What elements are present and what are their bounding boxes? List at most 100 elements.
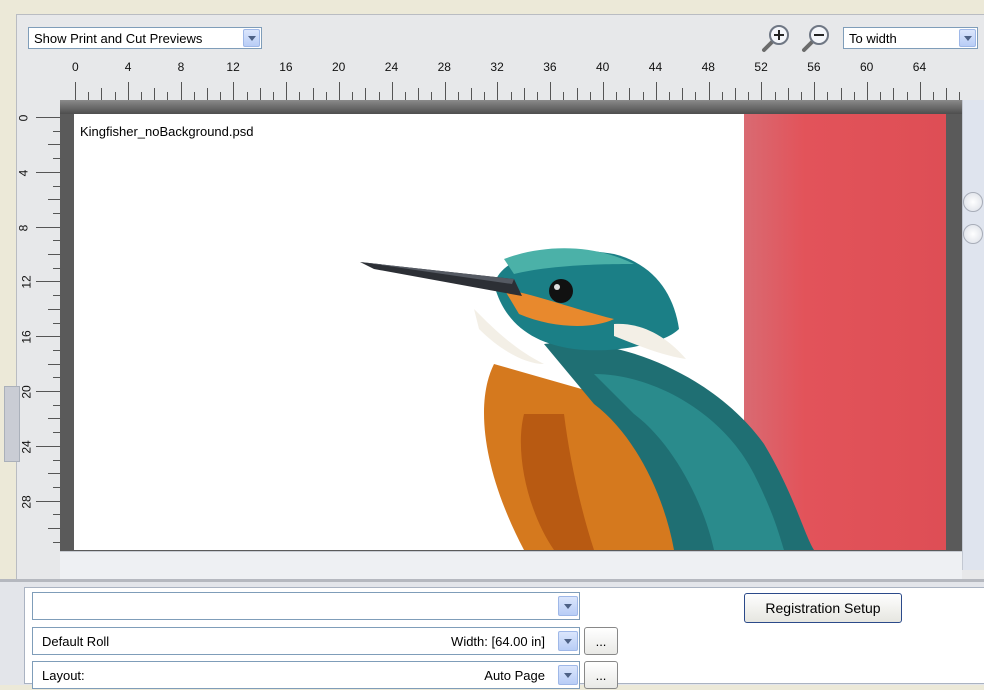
zoom-level-value: To width xyxy=(849,31,897,46)
ruler-label: 0 xyxy=(16,114,31,122)
registration-setup-button[interactable]: Registration Setup xyxy=(744,593,902,623)
scroll-down-icon[interactable] xyxy=(963,224,983,244)
ruler-label: 64 xyxy=(912,60,927,74)
ruler-tick xyxy=(537,92,538,100)
ruler-tick xyxy=(36,391,62,392)
ruler-tick xyxy=(36,336,62,338)
ruler-tick xyxy=(36,171,62,173)
ruler-tick xyxy=(141,92,142,100)
ruler-tick xyxy=(259,88,261,100)
ruler-tick xyxy=(273,92,274,100)
ruler-tick xyxy=(352,92,354,100)
ruler-label: 24 xyxy=(384,60,399,74)
ruler-label: 8 xyxy=(16,224,31,231)
ruler-tick xyxy=(946,88,948,100)
kingfisher-image xyxy=(360,248,814,550)
ruler-tick xyxy=(431,92,433,100)
ruler-tick xyxy=(444,82,446,100)
ruler-tick xyxy=(563,92,565,100)
ruler-tick xyxy=(695,92,697,100)
ruler-tick xyxy=(484,92,486,100)
ruler-tick xyxy=(603,82,604,100)
ruler-tick xyxy=(906,92,908,100)
ruler-tick xyxy=(919,82,921,100)
chevron-down-icon[interactable] xyxy=(243,29,260,47)
ruler-tick xyxy=(286,82,288,100)
layout-select[interactable]: Layout: Auto Page xyxy=(32,661,580,689)
layout-more-button[interactable]: ... xyxy=(584,661,618,689)
ruler-label: 12 xyxy=(226,60,240,74)
ruler-tick xyxy=(220,92,222,100)
zoom-level-select[interactable]: To width xyxy=(843,27,978,49)
ruler-tick xyxy=(682,88,684,100)
ruler-tick xyxy=(167,92,169,100)
ruler-tick xyxy=(787,88,789,100)
ruler-tick xyxy=(893,88,895,100)
chevron-down-icon[interactable] xyxy=(558,631,578,651)
ruler-label: 48 xyxy=(701,60,715,74)
ruler-tick xyxy=(735,88,736,100)
chevron-down-icon[interactable] xyxy=(558,665,578,685)
ruler-tick xyxy=(88,92,90,100)
ruler-label: 44 xyxy=(648,60,663,74)
horizontal-ruler: 0 4 8 12 16 20 24 28 32 36 40 44 48 52 56 60 64 xyxy=(60,58,962,100)
ruler-label: 4 xyxy=(16,169,31,177)
ruler-tick xyxy=(339,82,340,100)
profile-select[interactable] xyxy=(32,592,580,620)
ruler-label: 60 xyxy=(860,60,874,74)
chevron-down-icon[interactable] xyxy=(558,596,578,616)
ruler-tick xyxy=(721,92,723,100)
ruler-tick xyxy=(378,92,380,100)
ruler-tick xyxy=(36,281,62,283)
ruler-label: 52 xyxy=(754,60,768,74)
ruler-tick xyxy=(233,82,235,100)
ruler-label: 20 xyxy=(332,60,346,74)
horizontal-scrollbar[interactable] xyxy=(60,551,962,579)
ruler-label: 32 xyxy=(490,60,504,74)
collapse-handle[interactable] xyxy=(4,386,20,462)
zoom-out-icon[interactable] xyxy=(800,22,832,54)
ruler-tick xyxy=(761,82,763,100)
ruler-tick xyxy=(154,88,156,100)
ruler-tick xyxy=(312,88,314,100)
media-more-button[interactable]: ... xyxy=(584,627,618,655)
ruler-tick xyxy=(36,445,62,447)
ruler-tick xyxy=(75,82,76,100)
ruler-tick xyxy=(655,82,657,100)
ruler-label: 12 xyxy=(19,275,34,290)
ruler-tick xyxy=(880,92,882,100)
scroll-up-icon[interactable] xyxy=(963,192,983,212)
ruler-tick xyxy=(589,92,591,100)
ruler-tick xyxy=(299,92,301,100)
zoom-in-icon[interactable] xyxy=(760,22,792,54)
media-select[interactable]: Default Roll Width: [64.00 in] xyxy=(32,627,580,655)
ruler-tick xyxy=(616,92,618,100)
ruler-tick xyxy=(867,82,868,100)
ruler-tick xyxy=(748,92,750,100)
ruler-label: 16 xyxy=(19,330,34,344)
ruler-tick xyxy=(207,88,208,100)
ruler-label: 0 xyxy=(72,60,79,74)
vertical-scrollbar[interactable] xyxy=(962,100,984,570)
ruler-tick xyxy=(497,82,499,100)
ruler-tick xyxy=(774,92,776,100)
ruler-tick xyxy=(418,88,420,100)
ruler-tick xyxy=(101,88,103,100)
file-name-label: Kingfisher_noBackground.psd xyxy=(80,124,254,139)
ruler-tick xyxy=(853,92,855,100)
ruler-tick xyxy=(827,92,829,100)
ruler-tick xyxy=(405,92,406,100)
ruler-tick xyxy=(127,82,129,100)
chevron-down-icon[interactable] xyxy=(959,29,976,47)
ruler-tick xyxy=(391,82,393,100)
ruler-label: 8 xyxy=(177,60,185,74)
media-width-value: Width: [64.00 in] xyxy=(451,634,545,649)
preview-mode-value: Show Print and Cut Previews xyxy=(34,31,203,46)
ruler-tick xyxy=(959,92,961,100)
ruler-tick xyxy=(523,88,525,100)
ruler-label: 36 xyxy=(543,60,557,74)
vertical-ruler: 0 4 8 12 16 20 24 28 xyxy=(16,100,62,552)
ruler-tick xyxy=(840,88,842,100)
preview-mode-select[interactable]: Show Print and Cut Previews xyxy=(28,27,262,49)
ruler-tick xyxy=(510,92,512,100)
